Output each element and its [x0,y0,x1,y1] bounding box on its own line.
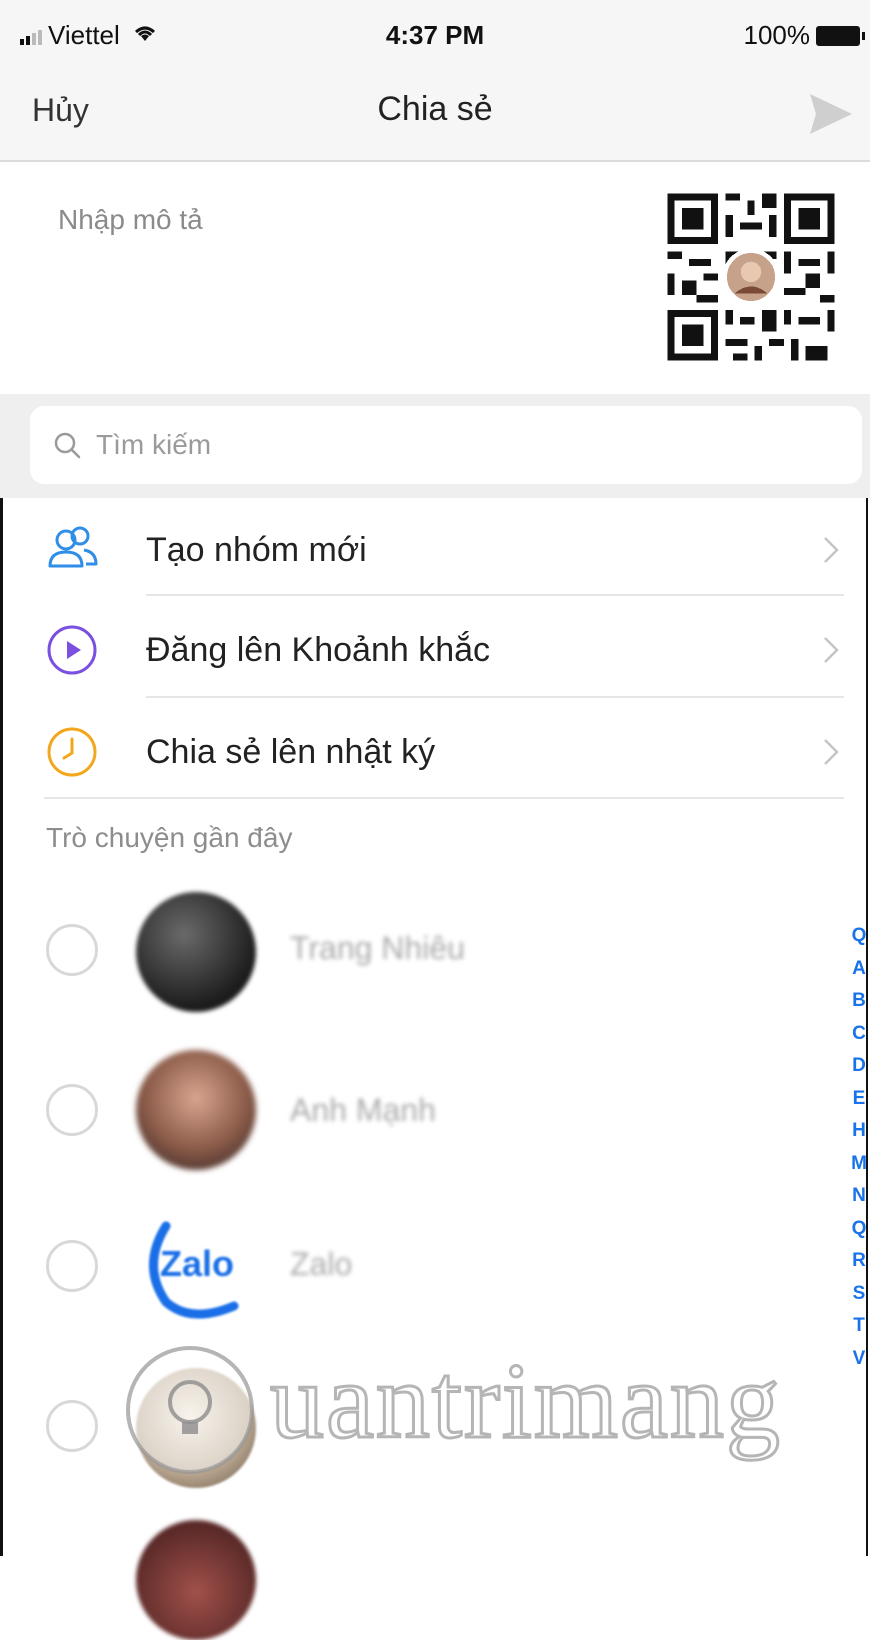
clock-icon [47,727,97,777]
search-section: Tìm kiếm [0,394,870,498]
send-icon[interactable] [806,90,856,138]
index-letter[interactable]: Q [852,920,867,953]
post-moment-row[interactable]: Đăng lên Khoảnh khắc [0,598,870,702]
chevron-right-icon [824,637,839,663]
svg-text:Zalo: Zalo [160,1243,234,1284]
group-icon [48,526,98,568]
search-icon [54,432,81,459]
contact-name: Anh Mạnh [290,1092,436,1128]
battery-icon [816,25,865,46]
avatar [136,1050,256,1170]
index-letter[interactable]: N [852,1180,866,1213]
status-bar: Viettel 4:37 PM 100% [0,0,870,70]
select-radio[interactable] [46,1240,98,1292]
navigation-bar: Hủy Chia sẻ [0,70,870,162]
watermark: uantrimang [120,1340,840,1480]
share-diary-label: Chia sẻ lên nhật ký [146,732,436,771]
divider [146,594,844,596]
index-letter[interactable]: H [852,1115,866,1148]
index-letter[interactable]: A [852,953,866,986]
contact-row[interactable]: Trang Nhiêu [0,880,830,1020]
post-moment-label: Đăng lên Khoảnh khắc [146,630,491,669]
select-radio[interactable] [46,1400,98,1452]
index-letter[interactable]: D [852,1050,866,1083]
contact-name: Zalo [290,1246,353,1282]
alphabet-index[interactable]: Q A B C D E H M N Q R S T V [848,920,870,1375]
description-input[interactable]: Nhập mô tả [58,204,203,236]
search-field[interactable]: Tìm kiếm [30,406,862,484]
battery-info: 100% [743,20,865,51]
index-letter[interactable]: M [851,1148,867,1181]
index-letter[interactable]: T [853,1310,865,1343]
page-title: Chia sẻ [377,90,493,128]
contact-row[interactable]: Anh Mạnh [0,1040,830,1180]
play-circle-icon [47,625,97,675]
chevron-right-icon [824,739,839,765]
index-letter[interactable]: B [852,985,866,1018]
watermark-text: uantrimang [269,1341,782,1463]
index-letter[interactable]: S [853,1278,866,1311]
zalo-logo-icon: Zalo [136,1206,256,1326]
description-area: Nhập mô tả [0,162,870,394]
contact-row[interactable]: Zalo Zalo [0,1196,830,1336]
index-letter[interactable]: Q [852,1213,867,1246]
qr-code [660,186,842,368]
divider [146,696,844,698]
select-radio[interactable] [46,924,98,976]
search-input[interactable]: Tìm kiếm [96,429,211,461]
recent-chats-title: Trò chuyện gần đây [46,822,293,853]
index-letter[interactable]: E [853,1083,866,1116]
avatar [136,892,256,1012]
index-letter[interactable]: C [852,1018,866,1051]
share-diary-row[interactable]: Chia sẻ lên nhật ký [0,700,870,804]
create-group-row[interactable]: Tạo nhóm mới [0,498,870,602]
lightbulb-icon [126,1346,254,1474]
chevron-right-icon [824,537,839,563]
index-letter[interactable]: R [852,1245,866,1278]
create-group-label: Tạo nhóm mới [146,530,367,569]
contact-row[interactable] [0,1500,830,1640]
status-time: 4:37 PM [385,20,485,50]
battery-percent: 100% [743,20,811,50]
contact-name: Trang Nhiêu [290,930,465,966]
divider [44,797,844,799]
index-letter[interactable]: V [853,1343,866,1376]
avatar [136,1520,256,1640]
select-radio[interactable] [46,1084,98,1136]
